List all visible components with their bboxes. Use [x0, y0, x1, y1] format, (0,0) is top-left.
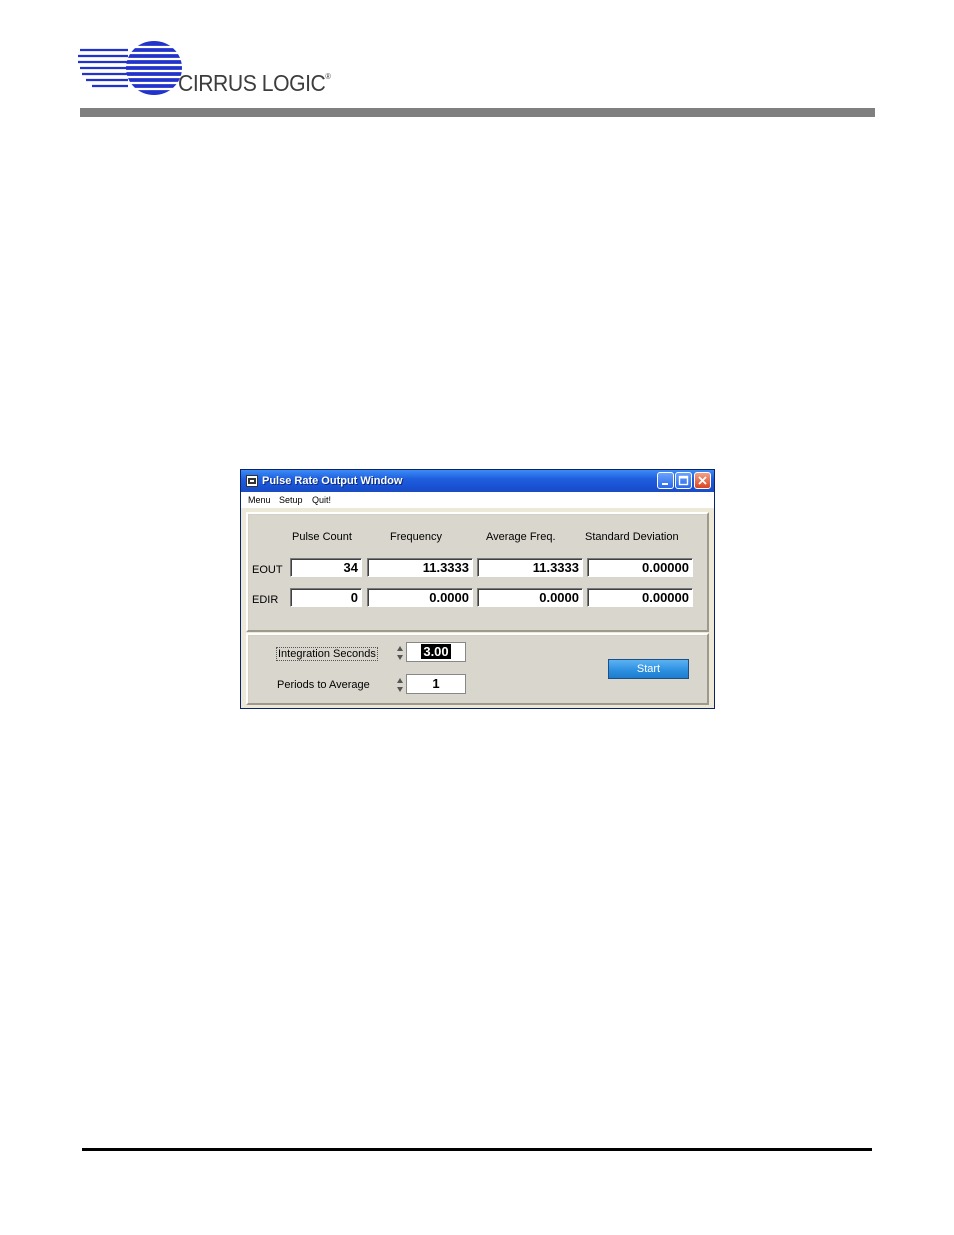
app-icon: [246, 475, 258, 487]
controls-panel: Integration Seconds 3.00 Periods to Aver…: [246, 633, 709, 705]
results-panel: Pulse Count Frequency Average Freq. Stan…: [246, 512, 709, 632]
header-divider: [80, 108, 875, 117]
close-icon: [698, 476, 707, 485]
row-label-eout: EOUT: [252, 564, 283, 576]
eout-pulse-count-field: 34: [290, 558, 362, 577]
minimize-icon: [662, 483, 668, 485]
menu-item-quit[interactable]: Quit!: [312, 495, 331, 505]
maximize-button[interactable]: [675, 472, 692, 489]
edir-frequency-field: 0.0000: [367, 588, 473, 607]
edir-average-freq-field: 0.0000: [477, 588, 583, 607]
col-header-average-freq: Average Freq.: [486, 531, 556, 543]
row-label-edir: EDIR: [252, 594, 279, 606]
close-button[interactable]: [694, 472, 711, 489]
periods-spinner-icon[interactable]: [396, 675, 404, 695]
menu-item-setup[interactable]: Setup: [279, 495, 303, 505]
edir-std-dev-field: 0.00000: [587, 588, 693, 607]
footer-divider: [82, 1148, 872, 1151]
eout-average-freq-field: 11.3333: [477, 558, 583, 577]
menu-item-menu[interactable]: Menu: [248, 495, 271, 505]
eout-std-dev-field: 0.00000: [587, 558, 693, 577]
periods-to-average-input[interactable]: 1: [406, 674, 466, 694]
edir-pulse-count-field: 0: [290, 588, 362, 607]
maximize-icon: [678, 475, 689, 486]
window-title: Pulse Rate Output Window: [262, 475, 403, 487]
start-button[interactable]: Start: [608, 659, 689, 679]
brand-name: CIRRUS LOGIC®: [178, 70, 331, 96]
integration-spinner-icon[interactable]: [396, 643, 404, 663]
pulse-rate-window: Pulse Rate Output Window Menu Setup Quit…: [240, 469, 715, 709]
periods-to-average-label: Periods to Average: [277, 679, 370, 691]
eout-frequency-field: 11.3333: [367, 558, 473, 577]
col-header-frequency: Frequency: [390, 531, 442, 543]
integration-seconds-input[interactable]: 3.00: [406, 642, 466, 662]
integration-seconds-label: Integration Seconds: [276, 647, 378, 661]
col-header-standard-deviation: Standard Deviation: [585, 531, 679, 543]
col-header-pulse-count: Pulse Count: [292, 531, 352, 543]
minimize-button[interactable]: [657, 472, 674, 489]
menu-bar: Menu Setup Quit!: [241, 492, 714, 508]
window-titlebar[interactable]: Pulse Rate Output Window: [241, 470, 714, 492]
